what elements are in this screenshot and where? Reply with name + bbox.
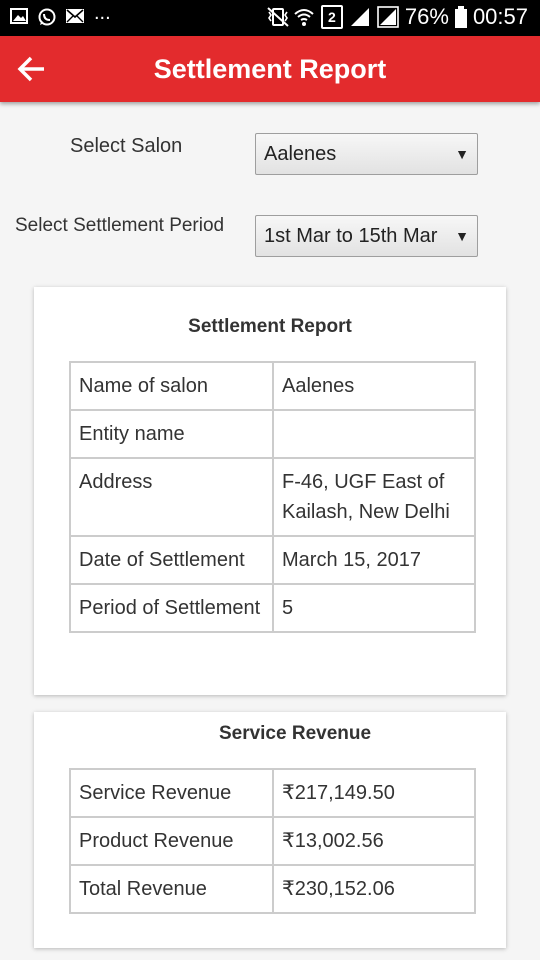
settlement-report-card: Settlement Report Name of salon Aalenes … [34, 287, 506, 695]
status-bar: ... 2 76% 00:57 [0, 0, 540, 36]
row-value: ₹230,152.06 [273, 865, 475, 913]
table-row: Address F-46, UGF East of Kailash, New D… [70, 458, 475, 536]
sim-indicator: 2 [320, 5, 343, 29]
salon-dropdown-value: Aalenes [264, 143, 337, 165]
wifi-icon [293, 6, 315, 28]
row-value: ₹217,149.50 [273, 769, 475, 817]
row-label: Address [70, 458, 273, 536]
overflow-indicator: ... [94, 2, 111, 24]
select-salon-label: Select Salon [70, 135, 183, 157]
service-revenue-table: Service Revenue ₹217,149.50 Product Reve… [69, 768, 476, 914]
table-row: Service Revenue ₹217,149.50 [70, 769, 475, 817]
salon-dropdown[interactable]: Aalenes ▼ [255, 133, 478, 175]
page-title: Settlement Report [153, 54, 387, 84]
row-label: Entity name [70, 410, 273, 458]
period-dropdown[interactable]: 1st Mar to 15th Mar ▼ [255, 215, 478, 257]
signal-outline-icon [377, 6, 399, 28]
arrow-back-icon [17, 56, 44, 82]
back-button[interactable] [16, 54, 48, 84]
signal-icon [349, 6, 371, 28]
row-label: Total Revenue [70, 865, 273, 913]
settlement-report-title: Settlement Report [188, 316, 352, 337]
row-value: 5 [273, 584, 475, 632]
clock: 00:57 [472, 4, 528, 29]
app-bar: Settlement Report [0, 36, 540, 102]
table-row: Period of Settlement 5 [70, 584, 475, 632]
table-row: Total Revenue ₹230,152.06 [70, 865, 475, 913]
table-row: Date of Settlement March 15, 2017 [70, 536, 475, 584]
dropdown-arrow-icon: ▼ [455, 146, 469, 162]
row-value: ₹13,002.56 [273, 817, 475, 865]
row-label: Name of salon [70, 362, 273, 410]
battery-icon [454, 6, 467, 28]
table-row: Name of salon Aalenes [70, 362, 475, 410]
row-value: F-46, UGF East of Kailash, New Delhi [273, 458, 475, 536]
row-label: Period of Settlement [70, 584, 273, 632]
row-label: Date of Settlement [70, 536, 273, 584]
period-dropdown-value: 1st Mar to 15th Mar [264, 225, 438, 247]
row-value: March 15, 2017 [273, 536, 475, 584]
service-revenue-title: Service Revenue [218, 723, 372, 744]
row-value [273, 410, 475, 458]
vibrate-icon [265, 6, 289, 28]
service-revenue-card: Service Revenue Service Revenue ₹217,149… [34, 712, 506, 948]
mail-icon [66, 8, 84, 24]
battery-percent: 76% [404, 4, 449, 29]
notification-icons: ... [10, 2, 111, 26]
row-label: Service Revenue [70, 769, 273, 817]
settlement-report-table: Name of salon Aalenes Entity name Addres… [69, 361, 476, 633]
dropdown-arrow-icon: ▼ [455, 228, 469, 244]
row-label: Product Revenue [70, 817, 273, 865]
table-row: Entity name [70, 410, 475, 458]
select-period-label: Select Settlement Period [15, 215, 225, 236]
row-value: Aalenes [273, 362, 475, 410]
system-icons: 2 76% 00:57 [265, 4, 528, 30]
image-icon [10, 8, 28, 24]
whatsapp-icon [38, 8, 56, 26]
table-row: Product Revenue ₹13,002.56 [70, 817, 475, 865]
